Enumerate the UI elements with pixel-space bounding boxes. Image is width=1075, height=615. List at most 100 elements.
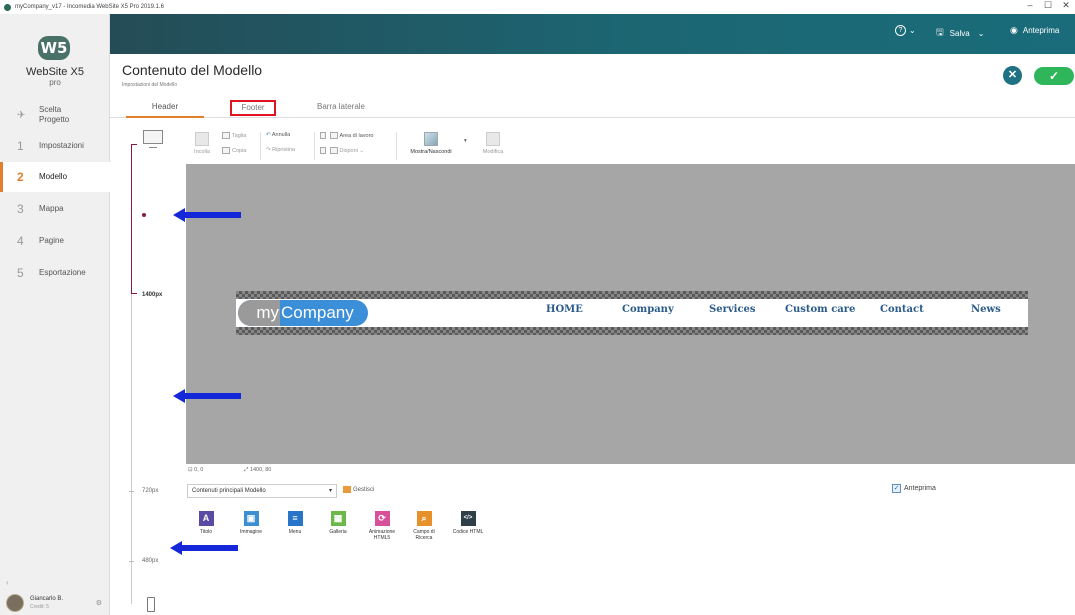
object-campo-di-ricerca[interactable]: ⌕ Campo di Ricerca	[407, 511, 441, 541]
cancel-button[interactable]: ✕	[1003, 66, 1022, 85]
menu-item-home[interactable]: HOME	[546, 304, 583, 315]
menu-icon: ≡	[287, 511, 303, 526]
search-icon: ⌕	[416, 511, 432, 526]
paste-button[interactable]: Incolla	[190, 132, 214, 155]
menu-item-contact[interactable]: Contact	[880, 304, 924, 315]
sidebar-item-scelta-progetto[interactable]: ✈ Scelta Progetto	[0, 100, 110, 130]
app-edition: pro	[49, 78, 61, 87]
show-hide-icon	[424, 132, 438, 146]
top-toolbar: ? ⌄ 🖫 Salva ⌄ ◉ Anteprima	[110, 14, 1075, 54]
breakpoint-720-label[interactable]: 720px	[142, 488, 158, 494]
design-canvas[interactable]: my Company HOME Company Services Custom …	[186, 164, 1075, 464]
user-name: Giancarlo B.	[30, 596, 64, 602]
layers-icon	[329, 147, 338, 154]
sidebar-item-pagine[interactable]: 4 Pagine	[0, 226, 110, 256]
undo-icon: ↶	[266, 132, 271, 138]
window-controls: – ☐ ✕	[1021, 0, 1075, 11]
user-area[interactable]: Giancarlo B. Credit: 5 ⚙	[0, 591, 110, 615]
annotation-arrow-icon	[170, 541, 238, 555]
show-hide-dropdown[interactable]: ▾	[464, 138, 467, 144]
gear-icon[interactable]: ⚙	[96, 599, 102, 607]
eye-icon: ◉	[1010, 25, 1018, 35]
object-codice-html[interactable]: </> Codice HTML	[451, 511, 485, 535]
title-icon: A	[198, 511, 214, 526]
save-button[interactable]: 🖫 Salva ⌄	[936, 25, 984, 41]
copy-icon	[222, 147, 230, 154]
app-window: myCompany_v17 - Incomedia WebSite X5 Pro…	[0, 0, 1075, 615]
objects-panel: Contenuti principali Modello ▾ Gestisci …	[186, 478, 1075, 615]
tab-footer[interactable]: Footer	[230, 100, 276, 116]
menu-item-news[interactable]: News	[971, 304, 1001, 315]
smartphone-icon[interactable]	[147, 597, 155, 612]
object-galleria[interactable]: ▦ Galleria	[321, 511, 355, 535]
page-title: Contenuto del Modello	[122, 62, 263, 78]
pin-icon: ✈	[17, 109, 26, 121]
resize-icon: ⤢	[244, 467, 249, 473]
arrange-button[interactable]: Disponi ⌄	[320, 147, 364, 154]
tab-header[interactable]: Header	[126, 98, 204, 118]
edit-toolbar: Incolla Taglia Copia ↶ Annulla ↷ Riprist…	[186, 128, 1075, 164]
object-menu[interactable]: ≡ Menu	[278, 511, 312, 535]
app-logo: W5	[38, 36, 70, 60]
manage-icon	[343, 486, 351, 493]
scissors-icon	[222, 132, 230, 139]
sidebar-item-impostazioni[interactable]: 1 Impostazioni	[0, 131, 110, 161]
sidebar: W5 WebSite X5 pro ✈ Scelta Progetto 1 Im…	[0, 14, 110, 615]
breakpoint-range-line	[131, 144, 132, 294]
desktop-icon[interactable]	[143, 130, 163, 148]
menu-item-company[interactable]: Company	[622, 304, 674, 315]
sidebar-item-esportazione[interactable]: 5 Esportazione	[0, 258, 110, 288]
breakpoint-480-label[interactable]: 480px	[142, 558, 158, 564]
checkbox-checked-icon[interactable]: ✓	[892, 484, 901, 493]
menu-item-services[interactable]: Services	[709, 304, 756, 315]
window-title: myCompany_v17 - Incomedia WebSite X5 Pro…	[15, 4, 164, 10]
breakpoint-handle[interactable]	[142, 213, 146, 217]
show-hide-button[interactable]: Mostra/Nascondi	[402, 132, 460, 155]
manage-button[interactable]: Gestisci	[343, 486, 374, 493]
help-menu[interactable]: ? ⌄	[895, 25, 916, 36]
objects-category-select[interactable]: Contenuti principali Modello ▾	[187, 484, 337, 498]
pencil-icon	[486, 132, 500, 146]
help-icon: ?	[895, 25, 906, 36]
animation-icon: ⟳	[374, 511, 390, 526]
collapse-sidebar-icon[interactable]: ‹	[6, 578, 9, 587]
cut-button[interactable]: Taglia	[222, 132, 246, 139]
breadcrumb: Impostazioni del Modello	[122, 82, 178, 88]
redo-icon: ↷	[266, 147, 271, 153]
header-area[interactable]: my Company HOME Company Services Custom …	[236, 291, 1028, 335]
grid-icon	[320, 132, 326, 139]
menu-item-custom-care[interactable]: Custom care	[785, 304, 855, 315]
breakpoint-1400-label[interactable]: 1400px	[142, 292, 162, 298]
redo-button[interactable]: ↷ Ripristina	[266, 147, 295, 153]
object-titolo[interactable]: A Titolo	[189, 511, 223, 535]
tab-barra-laterale[interactable]: Barra laterale	[306, 98, 376, 118]
maximize-button[interactable]: ☐	[1039, 0, 1057, 11]
code-icon: </>	[460, 511, 476, 526]
confirm-button[interactable]: ✓	[1034, 67, 1074, 85]
chevron-down-icon: ⌄	[977, 28, 985, 38]
copy-button[interactable]: Copia	[222, 147, 246, 154]
sidebar-item-mappa[interactable]: 3 Mappa	[0, 194, 110, 224]
chevron-down-icon: ▾	[328, 488, 332, 494]
edit-button[interactable]: Modifica	[478, 132, 508, 155]
object-immagine[interactable]: ▣ Immagine	[234, 511, 268, 535]
image-icon: ▣	[243, 511, 259, 526]
preview-button[interactable]: ◉ Anteprima	[1010, 25, 1059, 36]
user-credit: Credit: 5	[30, 604, 49, 610]
chevron-down-icon: ⌄	[909, 26, 916, 35]
position-icon: ⊡	[188, 467, 193, 473]
area-icon	[329, 132, 338, 139]
company-logo[interactable]: my Company	[238, 300, 368, 326]
avatar	[6, 594, 24, 612]
work-area-button[interactable]: Area di lavoro	[320, 132, 373, 139]
gallery-icon: ▦	[330, 511, 346, 526]
close-window-button[interactable]: ✕	[1057, 0, 1075, 11]
clipboard-icon	[195, 132, 209, 146]
size-readout: ⤢ 1400, 80	[244, 467, 272, 473]
app-name: WebSite X5	[26, 66, 84, 78]
minimize-button[interactable]: –	[1021, 0, 1039, 11]
undo-button[interactable]: ↶ Annulla	[266, 132, 290, 138]
sidebar-item-modello[interactable]: 2 Modello	[0, 162, 110, 192]
object-animazione-html5[interactable]: ⟳ Animazione HTML5	[363, 511, 401, 541]
preview-toggle[interactable]: ✓ Anteprima	[892, 484, 936, 493]
